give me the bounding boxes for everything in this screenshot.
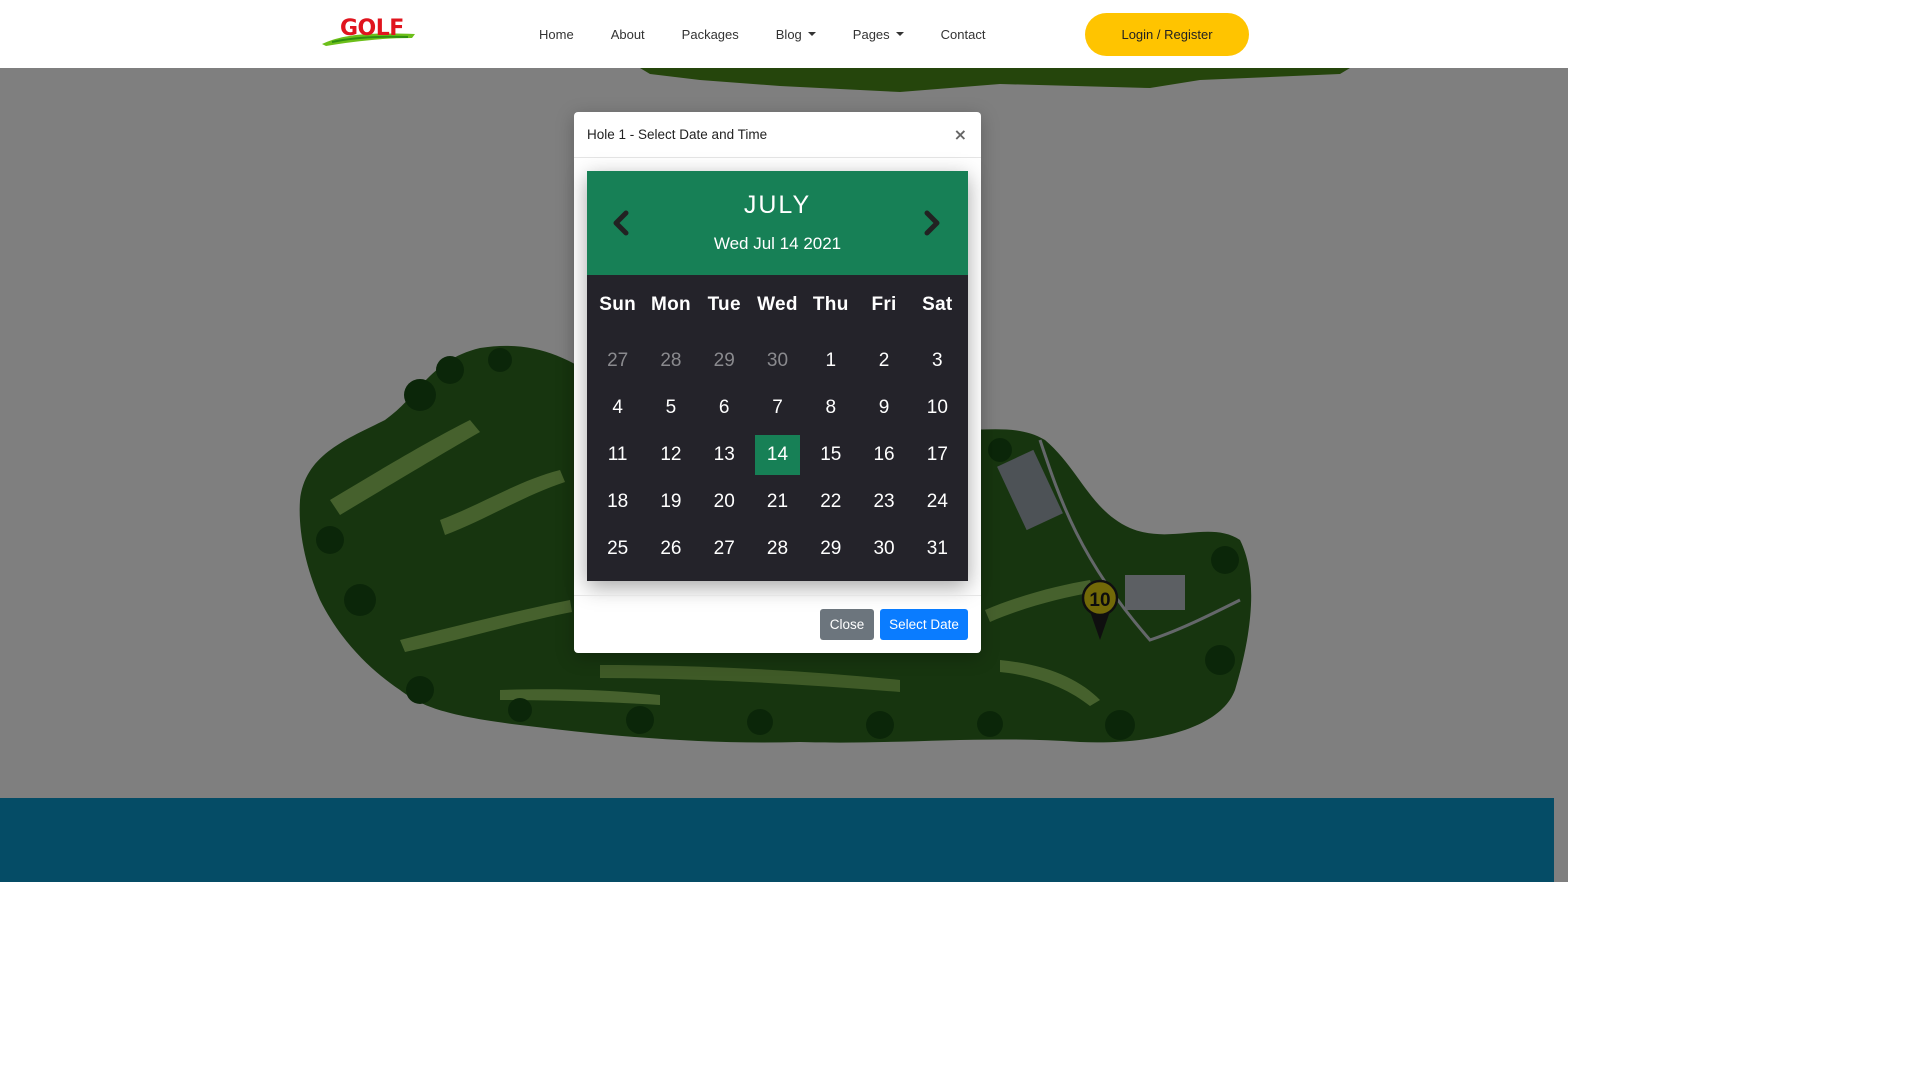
calendar-day[interactable]: 12 — [644, 431, 697, 478]
calendar-day[interactable]: 17 — [911, 431, 964, 478]
weekday-label: Thu — [812, 294, 849, 315]
weekday-label: Wed — [757, 294, 798, 315]
weekday-label: Sat — [922, 294, 953, 315]
modal-footer: Close Select Date — [574, 595, 981, 653]
calendar-day[interactable]: 8 — [804, 384, 857, 431]
caret-down-icon — [895, 32, 904, 36]
nav-home-label: Home — [539, 26, 574, 42]
calendar-day-grid: 27 28 29 30 1 2 3 4 5 6 7 8 9 10 11 12 13 14 15 16 17 18 19 20 2… — [591, 337, 964, 573]
nav-contact-label: Contact — [940, 26, 986, 42]
nav-about-label: About — [610, 26, 645, 42]
logo[interactable]: GOLF — [320, 14, 420, 50]
caret-down-icon — [807, 32, 816, 36]
calendar-day[interactable]: 13 — [698, 431, 751, 478]
nav-contact[interactable]: Contact — [941, 27, 986, 42]
nav-about[interactable]: About — [611, 27, 645, 42]
calendar-selected-date: Wed Jul 14 2021 — [713, 234, 842, 253]
calendar-day[interactable]: 30 — [751, 337, 804, 384]
modal-title: Hole 1 - Select Date and Time — [587, 127, 768, 142]
calendar-header: JULY Wed Jul 14 2021 — [587, 171, 968, 275]
nav-blog-label: Blog — [775, 26, 802, 42]
calendar-day[interactable]: 31 — [911, 526, 964, 573]
calendar-day[interactable]: 26 — [644, 526, 697, 573]
calendar-day[interactable]: 29 — [804, 526, 857, 573]
calendar-day[interactable]: 9 — [857, 384, 910, 431]
calendar-day[interactable]: 20 — [698, 479, 751, 526]
calendar-day[interactable]: 29 — [698, 337, 751, 384]
calendar-day[interactable]: 3 — [911, 337, 964, 384]
calendar-day[interactable]: 6 — [698, 384, 751, 431]
calendar-day[interactable]: 28 — [751, 526, 804, 573]
calendar-month: JULY — [743, 191, 812, 219]
weekday-header-row: Sun Mon Tue Wed Thu Fri Sat — [591, 294, 964, 316]
modal-header: Hole 1 - Select Date and Time × — [574, 112, 981, 158]
weekday-label: Tue — [707, 294, 741, 315]
calendar-day[interactable]: 25 — [591, 526, 644, 573]
calendar-day[interactable]: 24 — [911, 479, 964, 526]
logo-text: GOLF — [340, 16, 404, 41]
nav-home[interactable]: Home — [539, 27, 574, 42]
calendar-day[interactable]: 16 — [857, 431, 910, 478]
close-icon[interactable]: × — [954, 125, 967, 144]
calendar-day[interactable]: 27 — [698, 526, 751, 573]
calendar: JULY Wed Jul 14 2021 Sun Mon Tue Wed Thu Fri S… — [587, 171, 968, 581]
calendar-day[interactable]: 7 — [751, 384, 804, 431]
nav-packages[interactable]: Packages — [682, 27, 739, 42]
calendar-day[interactable]: 28 — [644, 337, 697, 384]
calendar-day[interactable]: 23 — [857, 479, 910, 526]
weekday-label: Sun — [599, 294, 637, 315]
login-register-button[interactable]: Login / Register — [1085, 13, 1249, 56]
nav-pages-dropdown[interactable]: Pages — [853, 27, 904, 42]
calendar-day[interactable]: 1 — [804, 337, 857, 384]
calendar-day[interactable]: 22 — [804, 479, 857, 526]
calendar-day[interactable]: 18 — [591, 479, 644, 526]
calendar-day[interactable]: 15 — [804, 431, 857, 478]
calendar-day[interactable]: 2 — [857, 337, 910, 384]
nav-pages-label: Pages — [852, 26, 890, 42]
date-picker-modal: Hole 1 - Select Date and Time × JULY Wed… — [574, 112, 981, 653]
chevron-right-icon[interactable] — [922, 209, 942, 237]
calendar-day[interactable]: 11 — [591, 431, 644, 478]
weekday-label: Fri — [871, 294, 897, 315]
close-button[interactable]: Close — [820, 609, 874, 640]
navbar: GOLF Home About Packages Blog Pages Cont… — [0, 0, 1568, 68]
weekday-label: Mon — [650, 294, 691, 315]
calendar-day[interactable]: 4 — [591, 384, 644, 431]
nav-blog-dropdown[interactable]: Blog — [776, 27, 816, 42]
calendar-day-selected[interactable]: 14 — [754, 435, 801, 475]
calendar-day[interactable]: 19 — [644, 479, 697, 526]
calendar-day[interactable]: 21 — [751, 479, 804, 526]
calendar-day[interactable]: 30 — [857, 526, 910, 573]
calendar-day[interactable]: 5 — [644, 384, 697, 431]
calendar-day[interactable]: 10 — [911, 384, 964, 431]
calendar-day[interactable]: 27 — [591, 337, 644, 384]
nav-packages-label: Packages — [681, 26, 739, 42]
select-date-button[interactable]: Select Date — [880, 609, 968, 640]
main-nav: Home About Packages Blog Pages Contact — [539, 0, 1022, 68]
